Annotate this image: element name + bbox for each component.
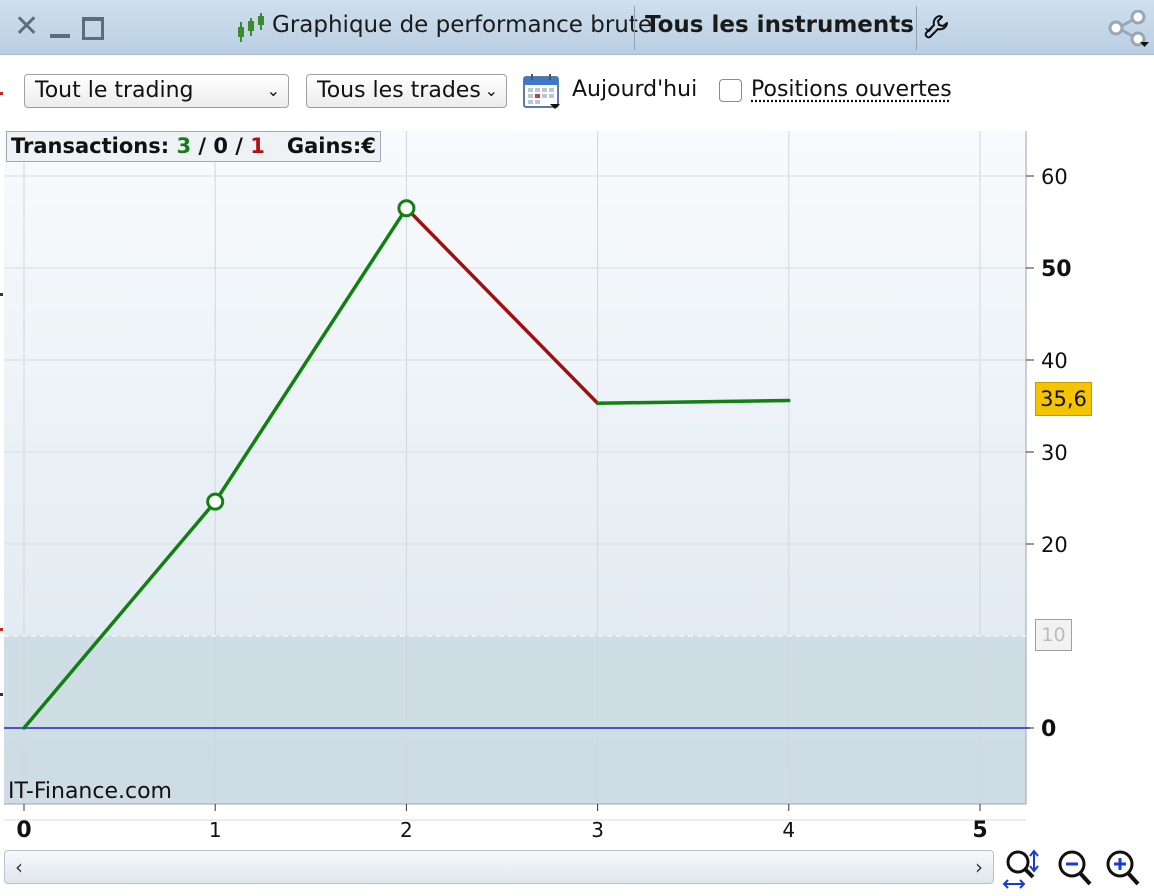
wrench-icon[interactable]	[924, 14, 950, 40]
instrument-selector-label: Tous les instruments	[645, 12, 914, 38]
y-tick-label: 50	[1041, 257, 1072, 282]
title-bar: ✕ Graphique de performance brute Tous le…	[0, 0, 1154, 55]
title-separator	[634, 6, 635, 50]
zoom-fit-icon[interactable]	[1002, 848, 1042, 890]
zoom-out-icon[interactable]	[1056, 848, 1096, 890]
open-positions-checkbox[interactable]	[719, 79, 742, 102]
zoom-in-icon[interactable]	[1104, 848, 1144, 890]
transactions-summary: Transactions: 3 / 0 / 1 Gains:€	[6, 131, 381, 162]
window-title: Graphique de performance brute	[272, 12, 653, 38]
calendar-icon[interactable]	[522, 72, 562, 110]
currency-symbol: €	[361, 134, 376, 158]
maximize-icon[interactable]	[82, 17, 104, 40]
x-axis-ticks: 0 1 2 3 4 5	[16, 804, 988, 843]
x-tick-label: 3	[591, 818, 604, 842]
gains-label: Gains:	[286, 134, 362, 158]
trade-marker	[206, 492, 225, 511]
trading-select[interactable]: Tout le trading ⌄	[24, 74, 289, 108]
title-separator	[916, 6, 917, 50]
trades-select[interactable]: Tous les trades ⌄	[306, 74, 507, 108]
y-tick-label: 30	[1041, 441, 1068, 465]
x-tick-label: 4	[782, 818, 795, 842]
y-tick-label: 20	[1041, 533, 1068, 557]
last-value-label: 35,6	[1035, 382, 1092, 416]
share-icon[interactable]	[1106, 10, 1150, 48]
minimize-icon[interactable]	[50, 34, 70, 38]
y-tick-label: 40	[1041, 349, 1068, 373]
candlestick-icon	[238, 13, 264, 42]
trades-select-value: Tous les trades	[317, 78, 481, 103]
horizontal-scrollbar[interactable]: ‹ ›	[4, 850, 994, 884]
reference-label: 10	[1035, 619, 1072, 651]
scroll-left-icon[interactable]: ‹	[15, 855, 23, 879]
x-tick-label: 5	[972, 818, 987, 843]
chevron-down-icon: ⌄	[266, 81, 280, 100]
brand-watermark: IT-Finance.com	[8, 779, 172, 804]
trade-marker	[397, 199, 416, 218]
x-tick-label: 0	[16, 818, 31, 843]
open-positions-label[interactable]: Positions ouvertes	[751, 77, 952, 102]
winning-count: 3	[176, 134, 192, 158]
today-button[interactable]: Aujourd'hui	[572, 77, 697, 102]
x-tick-label: 1	[209, 818, 222, 842]
trading-select-value: Tout le trading	[35, 78, 194, 103]
close-icon[interactable]: ✕	[14, 10, 39, 44]
y-tick-label: 60	[1041, 165, 1068, 189]
losing-count: 1	[250, 134, 265, 158]
scroll-right-icon[interactable]: ›	[975, 855, 983, 879]
y-axis-ticks: 60 50 40 30 20 0	[1026, 165, 1072, 742]
x-tick-label: 2	[400, 818, 413, 842]
neutral-count: 0	[213, 134, 228, 158]
instrument-selector[interactable]: Tous les instruments ⌄	[645, 12, 935, 38]
edge-marker	[0, 92, 3, 95]
performance-chart[interactable]: 60504030200 012345	[0, 130, 1154, 848]
y-tick-label: 0	[1041, 717, 1056, 742]
transactions-label: Transactions:	[11, 134, 170, 158]
chevron-down-icon: ⌄	[484, 81, 498, 100]
